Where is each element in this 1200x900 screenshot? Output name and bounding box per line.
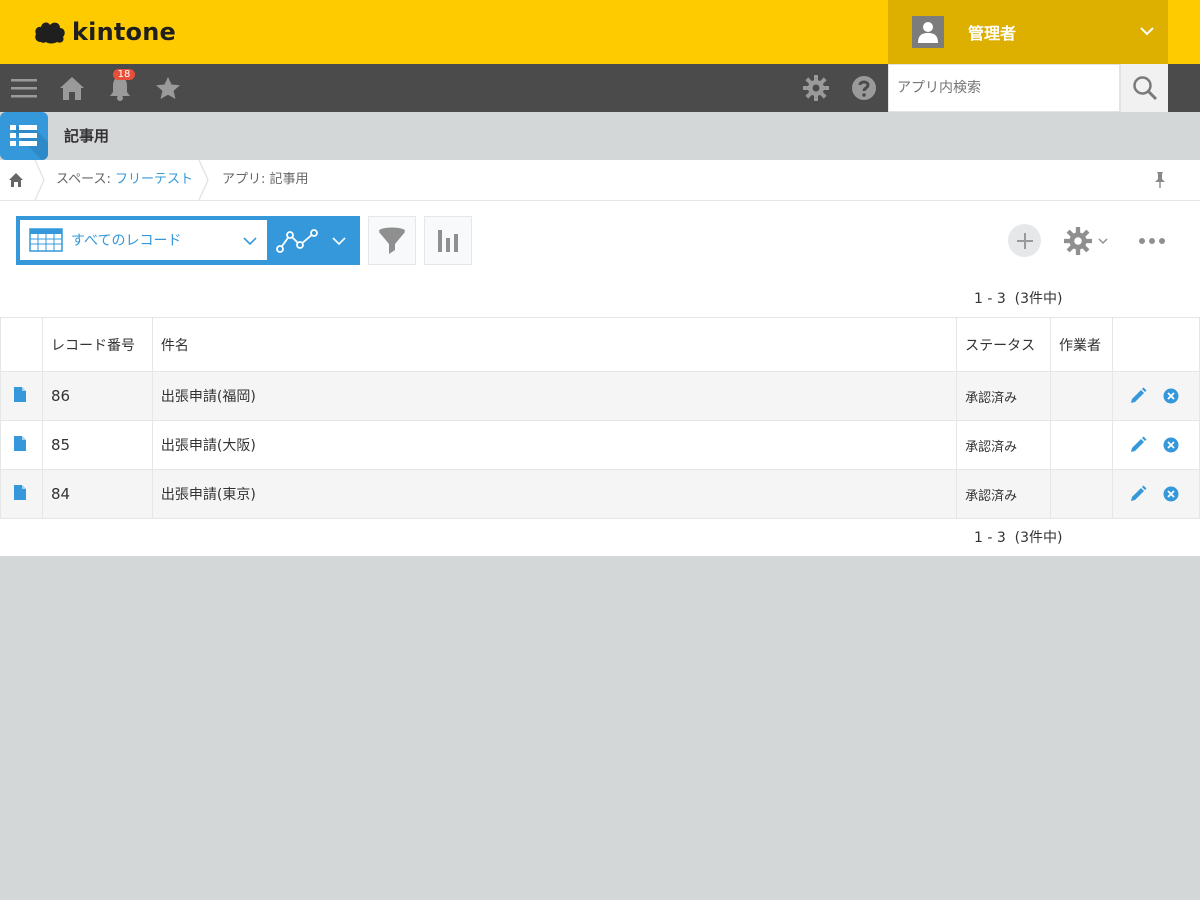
search-icon	[1132, 76, 1157, 101]
pagination-bottom: 1 - 3 (3件中)	[974, 530, 1063, 546]
record-detail-cell[interactable]	[0, 420, 43, 470]
chevron-down-icon	[332, 236, 346, 245]
user-menu[interactable]: 管理者	[888, 0, 1168, 64]
delete-circle-icon[interactable]	[1163, 388, 1179, 404]
record-worker-cell	[1050, 420, 1113, 470]
app-title: 記事用	[64, 127, 110, 145]
header-detail	[0, 317, 43, 372]
pin-icon[interactable]	[1152, 171, 1168, 189]
graph-selector[interactable]	[272, 216, 360, 265]
header-status[interactable]: ステータス	[956, 317, 1052, 372]
record-number-cell: 85	[41, 420, 153, 470]
breadcrumb-separator-icon	[198, 160, 209, 201]
filter-button[interactable]	[368, 216, 416, 265]
gear-icon[interactable]	[800, 64, 832, 112]
record-detail-cell[interactable]	[0, 371, 43, 421]
breadcrumb-space-link[interactable]: フリーテスト	[115, 172, 193, 187]
edit-pencil-icon[interactable]	[1129, 436, 1147, 454]
record-title-cell: 出張申請(東京)	[151, 469, 958, 519]
logo-text: kintone	[72, 18, 176, 46]
bar-chart-icon	[438, 229, 458, 252]
cloud-logo-icon	[35, 22, 65, 44]
document-icon[interactable]	[13, 484, 27, 501]
filter-icon	[379, 227, 405, 254]
breadcrumb-app: アプリ: 記事用	[222, 172, 309, 187]
user-avatar-icon	[912, 16, 944, 48]
header-actions	[1111, 317, 1200, 372]
gear-icon	[1064, 226, 1092, 255]
record-status-cell: 承認済み	[956, 420, 1052, 470]
table-header-row: レコード番号 件名 ステータス 作業者	[0, 317, 1200, 372]
graph-icon	[276, 228, 318, 253]
table-row: 86 出張申請(福岡) 承認済み	[0, 371, 1200, 421]
app-title-bar	[0, 112, 1200, 160]
delete-circle-icon[interactable]	[1163, 486, 1179, 502]
pagination-top: 1 - 3 (3件中)	[974, 291, 1063, 307]
search-button[interactable]	[1120, 64, 1168, 112]
header-record-number[interactable]: レコード番号	[41, 317, 153, 372]
plus-icon	[1016, 232, 1033, 249]
graph-button[interactable]	[424, 216, 472, 265]
table-row: 84 出張申請(東京) 承認済み	[0, 469, 1200, 519]
record-worker-cell	[1050, 469, 1113, 519]
chevron-down-icon	[243, 237, 257, 246]
table-view-icon	[29, 228, 63, 252]
view-dropdown[interactable]: すべてのレコード	[20, 220, 267, 260]
record-title-cell: 出張申請(福岡)	[151, 371, 958, 421]
record-actions-cell	[1111, 420, 1200, 470]
app-settings-button[interactable]	[1064, 224, 1112, 257]
document-icon[interactable]	[13, 386, 27, 403]
records-table: レコード番号 件名 ステータス 作業者 86 出張申請(福岡) 承認済み 85 …	[0, 317, 1200, 519]
header-title[interactable]: 件名	[151, 317, 958, 372]
record-detail-cell[interactable]	[0, 469, 43, 519]
star-icon[interactable]	[152, 64, 184, 112]
notification-badge: 18	[113, 69, 135, 80]
header-bar: kintone 管理者	[0, 0, 1200, 64]
table-row: 85 出張申請(大阪) 承認済み	[0, 420, 1200, 470]
record-actions-cell	[1111, 469, 1200, 519]
home-icon[interactable]	[56, 64, 88, 112]
record-number-cell: 86	[41, 371, 153, 421]
add-record-button[interactable]	[1008, 224, 1041, 257]
document-icon[interactable]	[13, 435, 27, 452]
delete-circle-icon[interactable]	[1163, 437, 1179, 453]
hamburger-icon[interactable]	[8, 64, 40, 112]
header-worker[interactable]: 作業者	[1050, 317, 1113, 372]
record-actions-cell	[1111, 371, 1200, 421]
chevron-down-icon	[1140, 27, 1154, 36]
more-icon	[1139, 237, 1165, 244]
record-number-cell: 84	[41, 469, 153, 519]
home-icon[interactable]	[8, 172, 24, 188]
breadcrumb: スペース: フリーテスト アプリ: 記事用	[0, 160, 1200, 201]
record-title-cell: 出張申請(大阪)	[151, 420, 958, 470]
breadcrumb-separator-icon	[34, 160, 45, 201]
record-status-cell: 承認済み	[956, 469, 1052, 519]
user-name: 管理者	[968, 24, 1017, 43]
breadcrumb-space: スペース: フリーテスト	[56, 160, 193, 200]
kintone-logo[interactable]: kintone	[34, 16, 176, 48]
more-options-button[interactable]	[1136, 224, 1168, 257]
breadcrumb-space-prefix: スペース:	[56, 172, 115, 187]
record-worker-cell	[1050, 371, 1113, 421]
view-name: すべてのレコード	[71, 233, 182, 249]
table-list-icon	[0, 112, 48, 160]
edit-pencil-icon[interactable]	[1129, 387, 1147, 405]
edit-pencil-icon[interactable]	[1129, 485, 1147, 503]
chevron-down-icon	[1098, 237, 1108, 244]
help-icon[interactable]	[848, 64, 880, 112]
record-status-cell: 承認済み	[956, 371, 1052, 421]
search-input[interactable]	[888, 64, 1120, 112]
